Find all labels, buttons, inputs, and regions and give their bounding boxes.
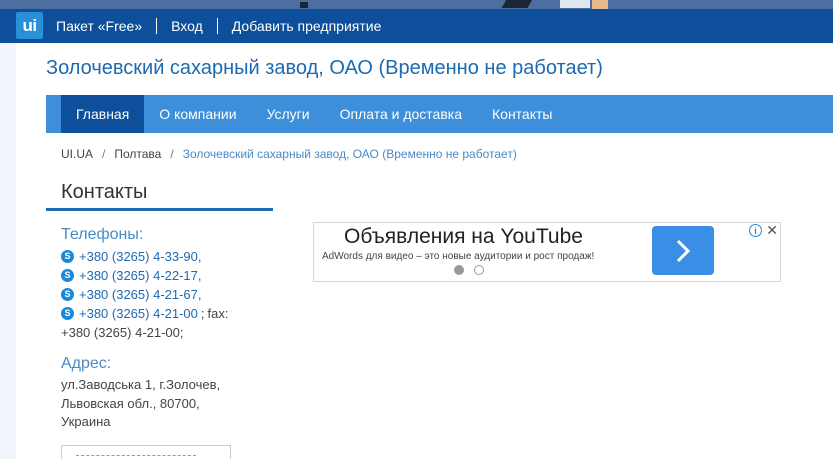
skype-icon[interactable]: S — [61, 288, 74, 301]
top-navigation-bar: ui Пакет «Free» Вход Добавить предприяти… — [0, 9, 833, 43]
carousel-dot[interactable] — [454, 265, 464, 275]
address-line: Львовская обл., 80700, — [61, 395, 200, 411]
nav-item-contacts[interactable]: Контакты — [477, 95, 567, 133]
page-title: Золочевский сахарный завод, ОАО (Временн… — [46, 57, 603, 79]
phone-link[interactable]: +380 (3265) 4-33-90 — [79, 247, 198, 266]
add-company-link[interactable]: Добавить предприятие — [218, 18, 396, 34]
breadcrumb-home-link[interactable]: UI.UA — [61, 147, 93, 161]
phone-row: S +380 (3265) 4-22-17, — [61, 266, 261, 285]
comma: , — [197, 268, 202, 283]
phone-link[interactable]: +380 (3265) 4-21-00 — [79, 304, 198, 323]
nav-item-about[interactable]: О компании — [144, 95, 251, 133]
ad-subtitle[interactable]: AdWords для видео – это новые аудитории … — [322, 251, 594, 262]
nav-item-payment-delivery[interactable]: Оплата и доставка — [325, 95, 477, 133]
info-box-text — [76, 455, 196, 459]
top-links: Пакет «Free» Вход Добавить предприятие — [42, 9, 395, 43]
phones-label: Телефоны: — [61, 226, 144, 243]
phones-list: S +380 (3265) 4-33-90, S +380 (3265) 4-2… — [61, 247, 261, 342]
banner-decoration — [560, 0, 590, 8]
ad-next-button[interactable] — [652, 226, 714, 275]
skype-icon[interactable]: S — [61, 307, 74, 320]
address-line: Украина — [61, 414, 111, 429]
address: ул.Заводська 1, г.Золочев, Львовская обл… — [61, 376, 241, 432]
address-label: Адрес: — [61, 355, 112, 372]
banner-decoration — [501, 0, 535, 8]
breadcrumb-current: Золочевский сахарный завод, ОАО (Временн… — [182, 147, 517, 161]
phone-link[interactable]: +380 (3265) 4-22-17 — [79, 266, 198, 285]
phone-link[interactable]: +380 (3265) 4-21-67 — [79, 285, 198, 304]
breadcrumb-separator: / — [170, 147, 174, 161]
skype-icon[interactable]: S — [61, 269, 74, 282]
breadcrumb-city-link[interactable]: Полтава — [114, 147, 161, 161]
package-free-link[interactable]: Пакет «Free» — [42, 18, 158, 34]
comma: , — [197, 287, 202, 302]
ui-logo-icon[interactable]: ui — [16, 12, 43, 39]
banner-decoration — [592, 0, 608, 9]
fax-number: +380 (3265) 4-21-00; — [61, 325, 184, 340]
breadcrumb-separator: / — [102, 147, 106, 161]
skype-icon[interactable]: S — [61, 250, 74, 263]
login-link[interactable]: Вход — [157, 18, 218, 34]
carousel-dot[interactable] — [474, 265, 484, 275]
top-banner — [0, 0, 833, 9]
ad-info-icon[interactable]: i — [749, 224, 762, 237]
main-navigation: Главная О компании Услуги Оплата и доста… — [46, 95, 833, 133]
phone-row: S +380 (3265) 4-33-90, — [61, 247, 261, 266]
ad-banner[interactable]: Объявления на YouTube AdWords для видео … — [313, 222, 781, 282]
phone-row: S +380 (3265) 4-21-00; fax: — [61, 304, 261, 323]
breadcrumb: UI.UA / Полтава / Золочевский сахарный з… — [61, 147, 517, 161]
semicolon: ; — [200, 306, 205, 321]
comma: , — [197, 249, 202, 264]
ad-title[interactable]: Объявления на YouTube — [344, 225, 583, 249]
contacts-heading-underline — [46, 208, 273, 211]
ad-carousel-dots — [454, 265, 494, 275]
nav-item-home[interactable]: Главная — [61, 95, 145, 133]
fax-label: fax: — [207, 306, 229, 321]
fax-row: +380 (3265) 4-21-00; — [61, 323, 261, 342]
info-box — [61, 445, 231, 459]
contacts-heading: Контакты — [61, 181, 148, 203]
close-icon[interactable]: ✕ — [766, 222, 778, 239]
nav-item-services[interactable]: Услуги — [252, 95, 325, 133]
address-line: ул.Заводська 1, г.Золочев, — [61, 377, 221, 392]
banner-decoration — [300, 2, 308, 8]
chevron-right-icon — [676, 239, 691, 262]
phone-row: S +380 (3265) 4-21-67, — [61, 285, 261, 304]
